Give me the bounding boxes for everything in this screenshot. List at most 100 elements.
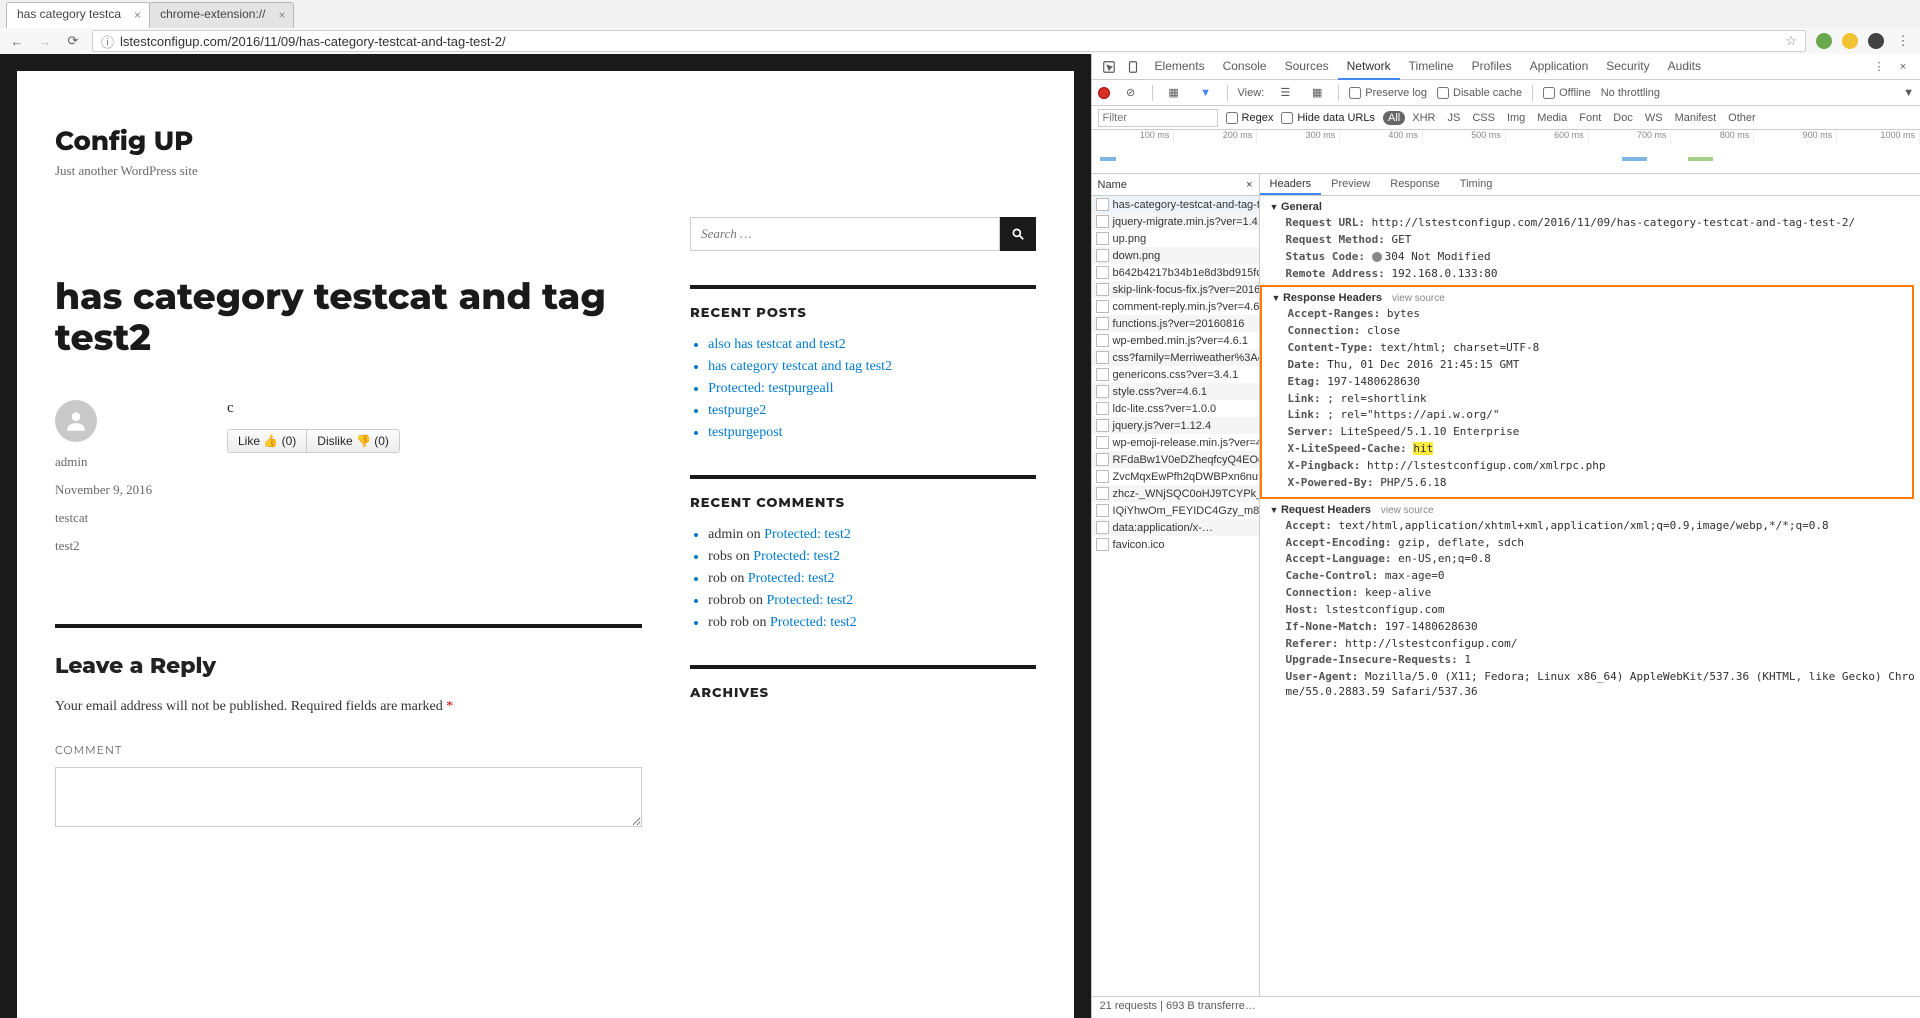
recent-post-link[interactable]: testpurge2: [708, 403, 1035, 419]
filter-type-doc[interactable]: Doc: [1608, 111, 1638, 125]
request-row[interactable]: jquery-migrate.min.js?ver=1.4.1: [1092, 213, 1259, 230]
throttling-select[interactable]: No throttling: [1601, 87, 1660, 99]
forward-button[interactable]: →: [36, 32, 54, 50]
clear-button[interactable]: ⊘: [1120, 82, 1142, 104]
browser-tab-0[interactable]: has category testca×: [6, 2, 150, 28]
request-row[interactable]: data:application/x-…: [1092, 519, 1259, 536]
request-row[interactable]: ZvcMqxEwPfh2qDWBPxn6nuLi…: [1092, 468, 1259, 485]
more-icon[interactable]: ⋮: [1868, 56, 1890, 78]
request-row[interactable]: comment-reply.min.js?ver=4.6.1: [1092, 298, 1259, 315]
offline-checkbox[interactable]: Offline: [1543, 87, 1591, 99]
detail-tab-headers[interactable]: Headers: [1260, 175, 1322, 195]
detail-tab-preview[interactable]: Preview: [1321, 175, 1380, 195]
post-date[interactable]: November 9, 2016: [55, 482, 185, 498]
filter-type-xhr[interactable]: XHR: [1407, 111, 1440, 125]
comment-link[interactable]: Protected: test2: [770, 615, 857, 630]
request-row[interactable]: css?family=Merriweather%3A40…: [1092, 349, 1259, 366]
devtools-tab-timeline[interactable]: Timeline: [1400, 54, 1463, 80]
search-button[interactable]: [1000, 217, 1036, 251]
menu-icon[interactable]: ⋮: [1894, 32, 1912, 50]
devtools-tab-sources[interactable]: Sources: [1276, 54, 1338, 80]
recent-post-link[interactable]: also has testcat and test2: [708, 337, 1035, 353]
comment-textarea[interactable]: [55, 767, 642, 827]
filter-type-js[interactable]: JS: [1442, 111, 1465, 125]
close-devtools-icon[interactable]: ×: [1892, 56, 1914, 78]
name-column-header[interactable]: Name ×: [1092, 174, 1259, 196]
dislike-button[interactable]: Dislike 👎 (0): [307, 430, 399, 452]
request-row[interactable]: style.css?ver=4.6.1: [1092, 383, 1259, 400]
request-row[interactable]: favicon.ico: [1092, 536, 1259, 553]
back-button[interactable]: ←: [8, 32, 26, 50]
disable-cache-checkbox[interactable]: Disable cache: [1437, 87, 1522, 99]
devtools-tab-console[interactable]: Console: [1214, 54, 1276, 80]
request-row[interactable]: wp-embed.min.js?ver=4.6.1: [1092, 332, 1259, 349]
comment-link[interactable]: Protected: test2: [753, 549, 840, 564]
request-row[interactable]: has-category-testcat-and-tag-te…: [1092, 196, 1259, 213]
info-icon[interactable]: ⓘ: [101, 32, 114, 51]
filter-type-font[interactable]: Font: [1574, 111, 1606, 125]
filter-type-other[interactable]: Other: [1723, 111, 1761, 125]
dropdown-icon[interactable]: ▼: [1903, 87, 1914, 99]
filter-icon[interactable]: ▼: [1195, 82, 1217, 104]
comment-author[interactable]: admin: [708, 527, 743, 542]
search-input[interactable]: [690, 217, 999, 251]
filter-type-manifest[interactable]: Manifest: [1670, 111, 1722, 125]
post-tag[interactable]: test2: [55, 538, 185, 554]
capture-icon[interactable]: ▦: [1163, 82, 1185, 104]
filter-type-img[interactable]: Img: [1502, 111, 1530, 125]
comment-author[interactable]: rob rob: [708, 615, 749, 630]
filter-input[interactable]: [1098, 109, 1218, 127]
star-icon[interactable]: ☆: [1785, 33, 1797, 49]
device-icon[interactable]: [1122, 56, 1144, 78]
request-row[interactable]: zhcz-_WNjSQC0oHJ9TCYPk_vA…: [1092, 485, 1259, 502]
comment-author[interactable]: rob: [708, 571, 727, 586]
section-heading[interactable]: Response Headersview source: [1272, 290, 1912, 306]
request-row[interactable]: up.png: [1092, 230, 1259, 247]
inspect-icon[interactable]: [1098, 56, 1120, 78]
record-button[interactable]: [1098, 87, 1110, 99]
devtools-tab-elements[interactable]: Elements: [1146, 54, 1214, 80]
browser-tab-1[interactable]: chrome-extension://×: [149, 2, 294, 28]
detail-tab-response[interactable]: Response: [1380, 175, 1450, 195]
regex-checkbox[interactable]: Regex: [1226, 112, 1274, 124]
site-title[interactable]: Config UP: [55, 125, 1036, 157]
devtools-tab-network[interactable]: Network: [1338, 54, 1400, 80]
extension-icon[interactable]: [1842, 33, 1858, 49]
recent-post-link[interactable]: has category testcat and tag test2: [708, 359, 1035, 375]
request-row[interactable]: RFdaBw1V0eDZheqfcyQ4EOgd…: [1092, 451, 1259, 468]
devtools-tab-audits[interactable]: Audits: [1659, 54, 1710, 80]
preserve-log-checkbox[interactable]: Preserve log: [1349, 87, 1427, 99]
close-icon[interactable]: ×: [278, 8, 285, 22]
request-row[interactable]: wp-emoji-release.min.js?ver=4.6.1: [1092, 434, 1259, 451]
request-row[interactable]: skip-link-focus-fix.js?ver=20160…: [1092, 281, 1259, 298]
filter-type-ws[interactable]: WS: [1640, 111, 1668, 125]
devtools-tab-application[interactable]: Application: [1521, 54, 1598, 80]
request-row[interactable]: IQiYhwOm_FEYIDC4Gzy_m8fcoW…: [1092, 502, 1259, 519]
post-category[interactable]: testcat: [55, 510, 185, 526]
comment-author[interactable]: robs: [708, 549, 732, 564]
view-source-link[interactable]: view source: [1392, 293, 1445, 304]
comment-author[interactable]: robrob: [708, 593, 745, 608]
close-icon[interactable]: ×: [1246, 179, 1252, 191]
devtools-tab-profiles[interactable]: Profiles: [1463, 54, 1521, 80]
devtools-tab-security[interactable]: Security: [1597, 54, 1658, 80]
address-bar[interactable]: ⓘ lstestconfigup.com/2016/11/09/has-cate…: [92, 30, 1806, 52]
filter-type-media[interactable]: Media: [1532, 111, 1572, 125]
reload-button[interactable]: ⟳: [64, 32, 82, 50]
comment-link[interactable]: Protected: test2: [766, 593, 853, 608]
request-row[interactable]: functions.js?ver=20160816: [1092, 315, 1259, 332]
comment-link[interactable]: Protected: test2: [764, 527, 851, 542]
filter-type-css[interactable]: CSS: [1467, 111, 1500, 125]
like-button[interactable]: Like 👍 (0): [228, 430, 307, 452]
view-source-link[interactable]: view source: [1381, 505, 1434, 516]
hide-data-urls-checkbox[interactable]: Hide data URLs: [1281, 112, 1375, 124]
extension-icon[interactable]: [1868, 33, 1884, 49]
request-row[interactable]: genericons.css?ver=3.4.1: [1092, 366, 1259, 383]
author-link[interactable]: admin: [55, 454, 185, 470]
view-grid-icon[interactable]: ▦: [1306, 82, 1328, 104]
request-row[interactable]: b642b4217b34b1e8d3bd915fc65…: [1092, 264, 1259, 281]
section-heading[interactable]: Request Headersview source: [1270, 502, 1920, 518]
comment-link[interactable]: Protected: test2: [748, 571, 835, 586]
timeline[interactable]: 100 ms200 ms300 ms400 ms500 ms600 ms700 …: [1092, 130, 1920, 174]
request-row[interactable]: down.png: [1092, 247, 1259, 264]
